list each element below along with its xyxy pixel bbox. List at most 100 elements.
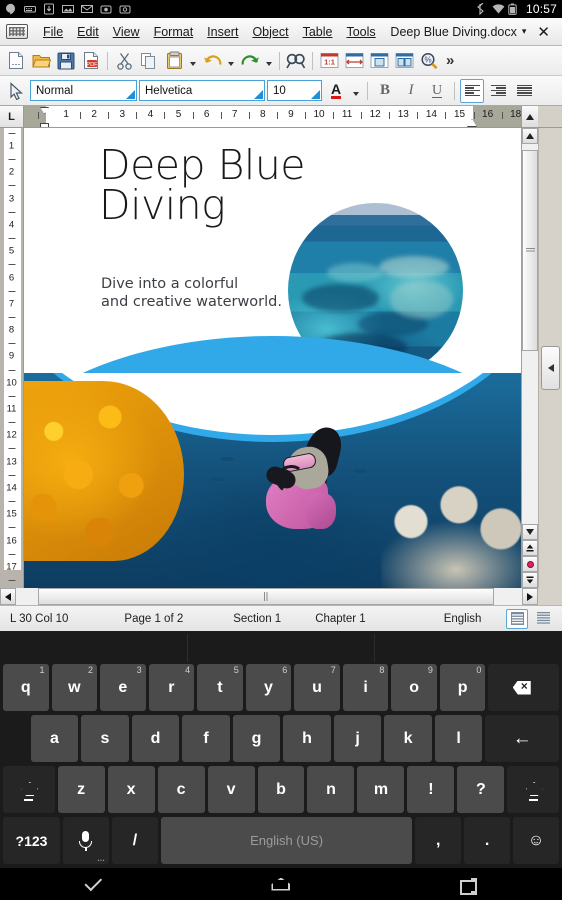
whole-page-icon[interactable]	[367, 49, 391, 73]
key-question[interactable]: ?	[457, 766, 505, 813]
single-page-view-button[interactable]	[506, 608, 528, 629]
scroll-left-button[interactable]	[0, 588, 16, 605]
key-space[interactable]: English (US)	[160, 817, 413, 864]
underline-button[interactable]: U	[425, 79, 449, 103]
key-s[interactable]: s	[81, 715, 129, 762]
scroll-up-top-button[interactable]	[521, 106, 538, 128]
undo-icon[interactable]	[200, 49, 224, 73]
key-e[interactable]: 3e	[100, 664, 146, 711]
sidebar-expand-handle[interactable]	[541, 346, 560, 390]
vertical-scroll-thumb[interactable]	[522, 150, 538, 352]
suggestion-strip[interactable]	[1, 634, 561, 662]
key-t[interactable]: 5t	[197, 664, 243, 711]
save-icon[interactable]	[54, 49, 78, 73]
scroll-down-button[interactable]	[522, 524, 538, 540]
key-x[interactable]: x	[107, 766, 155, 813]
key-z[interactable]: z	[57, 766, 105, 813]
key-u[interactable]: 7u	[294, 664, 340, 711]
font-color-button[interactable]: A	[324, 79, 348, 103]
key-k[interactable]: k	[384, 715, 432, 762]
menu-table[interactable]: Table	[296, 23, 340, 41]
menu-file[interactable]: File	[36, 23, 70, 41]
key-p[interactable]: 0p	[439, 664, 486, 711]
find-replace-icon[interactable]	[284, 49, 308, 73]
page-width-icon[interactable]	[342, 49, 366, 73]
key-shift-right[interactable]	[507, 766, 560, 813]
zoom-100-icon[interactable]: 1:1	[317, 49, 341, 73]
menu-insert[interactable]: Insert	[200, 23, 245, 41]
suggestion-2[interactable]	[188, 634, 375, 662]
recents-button[interactable]	[451, 871, 485, 897]
key-b[interactable]: b	[257, 766, 305, 813]
next-page-button[interactable]	[522, 572, 538, 588]
page-title[interactable]: Deep Blue Diving	[99, 145, 306, 226]
italic-button[interactable]: I	[399, 79, 423, 103]
menu-tools[interactable]: Tools	[339, 23, 382, 41]
keyboard-toggle-button[interactable]	[6, 24, 28, 39]
redo-dropdown-icon[interactable]	[263, 50, 275, 72]
paste-dropdown-icon[interactable]	[187, 50, 199, 72]
tab-stop-selector[interactable]: L	[0, 106, 24, 128]
page-scroll-viewport[interactable]: Deep Blue Diving Dive into a colorful an…	[24, 128, 521, 588]
key-r[interactable]: 4r	[148, 664, 195, 711]
open-folder-icon[interactable]	[29, 49, 53, 73]
close-document-button[interactable]: ✕	[528, 23, 556, 41]
underwater-photo[interactable]	[24, 373, 521, 588]
paragraph-style-combo[interactable]: Normal	[30, 80, 137, 101]
two-pages-icon[interactable]	[392, 49, 416, 73]
export-pdf-icon[interactable]: PDF	[79, 49, 103, 73]
key-v[interactable]: v	[207, 766, 255, 813]
vertical-ruler[interactable]: 1 2 3 4 5 6 7 8 9 10 11 12 13 14 15 16 17	[0, 128, 24, 588]
key-o[interactable]: 9o	[391, 664, 437, 711]
document-page[interactable]: Deep Blue Diving Dive into a colorful an…	[24, 128, 521, 588]
suggestion-3[interactable]	[375, 634, 561, 662]
font-size-combo[interactable]: 10	[267, 80, 322, 101]
key-emoji[interactable]: ☺	[513, 817, 559, 864]
font-name-combo[interactable]: Helvetica	[139, 80, 265, 101]
zoom-icon[interactable]: %	[417, 49, 441, 73]
copy-icon[interactable]	[137, 49, 161, 73]
horizontal-scroll-track[interactable]	[16, 588, 522, 605]
font-color-dropdown-icon[interactable]	[350, 80, 362, 102]
cut-icon[interactable]	[112, 49, 136, 73]
multi-page-view-button[interactable]	[532, 609, 554, 629]
horizontal-scroll-thumb[interactable]	[38, 588, 494, 605]
key-j[interactable]: j	[333, 715, 382, 762]
key-m[interactable]: m	[357, 766, 405, 813]
key-q[interactable]: 1q	[2, 664, 49, 711]
document-name-menu[interactable]: Deep Blue Diving.docx ▾	[390, 25, 528, 39]
align-right-button[interactable]	[486, 79, 510, 103]
scroll-right-button[interactable]	[522, 588, 538, 605]
horizontal-scrollbar[interactable]	[0, 588, 562, 605]
key-comma[interactable]: ,	[415, 817, 462, 864]
page-subtitle[interactable]: Dive into a colorful and creative waterw…	[101, 276, 282, 311]
bold-button[interactable]: B	[373, 79, 397, 103]
key-i[interactable]: 8i	[342, 664, 389, 711]
horizontal-ruler[interactable]: 1 2 3 4 5 6 7 8 9 10 11 12 13 14 15 16 18	[24, 106, 521, 128]
suggestion-1[interactable]	[1, 634, 188, 662]
new-document-icon[interactable]	[4, 49, 28, 73]
align-justify-button[interactable]	[512, 79, 536, 103]
scroll-up-button[interactable]	[522, 128, 538, 144]
paste-icon[interactable]	[162, 49, 186, 73]
menu-view[interactable]: View	[106, 23, 147, 41]
key-microphone[interactable]: …	[63, 817, 109, 864]
vertical-scrollbar[interactable]	[521, 128, 538, 588]
key-w[interactable]: 2w	[51, 664, 98, 711]
previous-page-button[interactable]	[522, 540, 538, 556]
key-c[interactable]: c	[157, 766, 205, 813]
undo-dropdown-icon[interactable]	[225, 50, 237, 72]
vertical-scroll-track[interactable]	[522, 144, 538, 524]
key-exclamation[interactable]: !	[407, 766, 455, 813]
key-l[interactable]: l	[434, 715, 483, 762]
home-button[interactable]	[264, 871, 298, 897]
key-shift-left[interactable]	[2, 766, 55, 813]
key-period[interactable]: .	[464, 817, 511, 864]
key-g[interactable]: g	[232, 715, 281, 762]
align-left-button[interactable]	[460, 78, 484, 103]
cursor-arrow-icon[interactable]	[4, 79, 28, 103]
navigation-target-button[interactable]	[522, 556, 538, 572]
key-y[interactable]: 6y	[245, 664, 292, 711]
key-d[interactable]: d	[131, 715, 180, 762]
key-n[interactable]: n	[307, 766, 355, 813]
